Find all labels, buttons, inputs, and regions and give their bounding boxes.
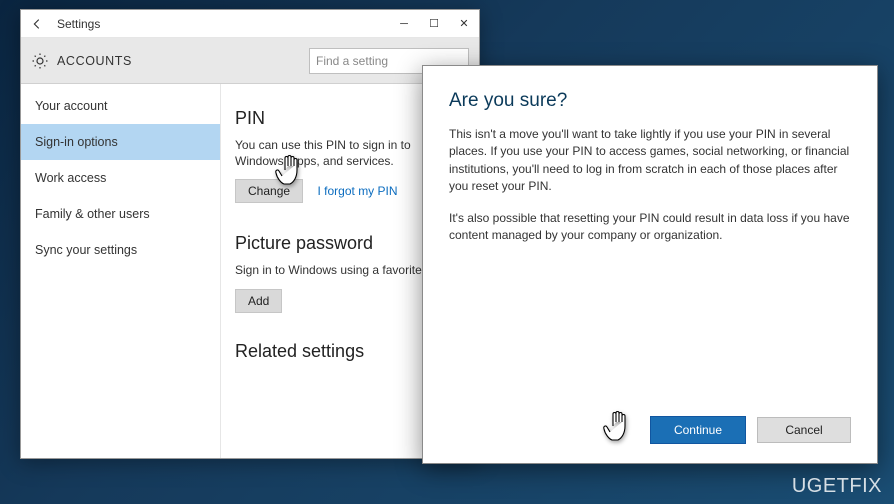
maximize-button[interactable]: ☐ [419,10,449,38]
add-button[interactable]: Add [235,289,282,313]
dialog-title: Are you sure? [449,90,851,112]
watermark: UGETFIX [792,475,882,498]
change-button[interactable]: Change [235,179,303,203]
sidebar-item-family-other-users[interactable]: Family & other users [21,196,220,232]
back-button[interactable] [21,10,53,38]
dialog-button-row: Continue Cancel [449,417,851,447]
sidebar-item-work-access[interactable]: Work access [21,160,220,196]
settings-window: Settings ─ ☐ ✕ ACCOUNTS Find a setting Y… [20,9,480,459]
header-bar: ACCOUNTS Find a setting [21,38,479,84]
cancel-button[interactable]: Cancel [757,417,851,443]
sidebar-item-your-account[interactable]: Your account [21,88,220,124]
close-button[interactable]: ✕ [449,10,479,38]
sidebar: Your account Sign-in options Work access… [21,84,221,458]
sidebar-item-sync-settings[interactable]: Sync your settings [21,232,220,268]
accounts-label: ACCOUNTS [57,54,132,68]
gear-icon [31,52,49,70]
sidebar-item-signin-options[interactable]: Sign-in options [21,124,220,160]
continue-button[interactable]: Continue [651,417,745,443]
confirm-dialog: Are you sure? This isn't a move you'll w… [422,65,878,464]
dialog-paragraph-2: It's also possible that resetting your P… [449,210,851,245]
dialog-paragraph-1: This isn't a move you'll want to take li… [449,126,851,196]
search-placeholder: Find a setting [316,54,388,68]
titlebar: Settings ─ ☐ ✕ [21,10,479,38]
body-split: Your account Sign-in options Work access… [21,84,479,458]
window-title: Settings [57,17,100,31]
minimize-button[interactable]: ─ [389,10,419,38]
forgot-pin-link[interactable]: I forgot my PIN [318,184,398,198]
